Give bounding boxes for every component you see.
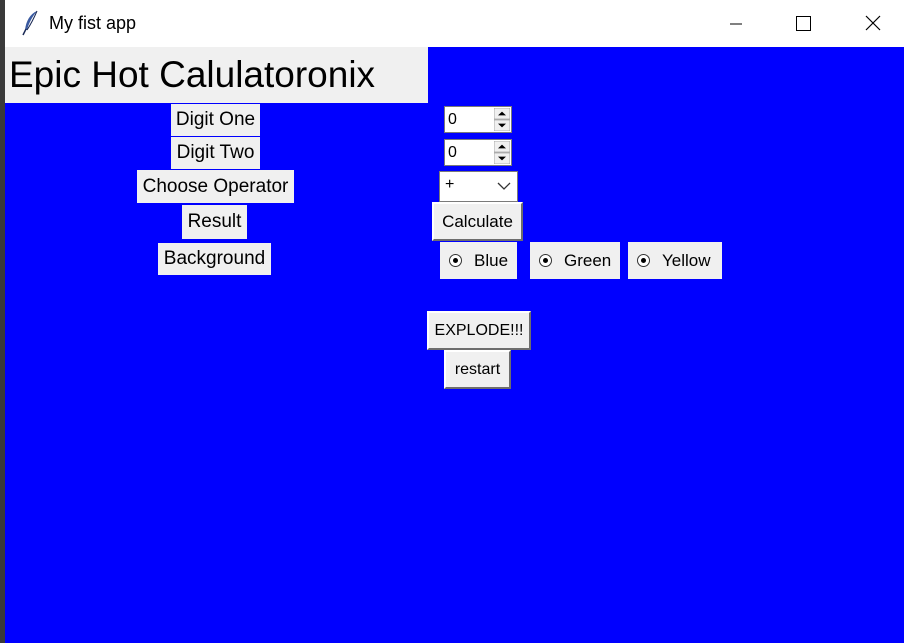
radio-indicator <box>449 254 462 267</box>
window-title: My fist app <box>49 13 137 33</box>
radio-blue-label: Blue <box>474 250 509 270</box>
background-label: Background <box>158 243 271 275</box>
radio-indicator <box>637 254 650 267</box>
main-area: Epic Hot Calulatoronix Digit One Digit T… <box>5 47 904 643</box>
radio-yellow[interactable]: Yellow <box>628 242 722 279</box>
close-icon <box>865 15 881 31</box>
radio-green-label: Green <box>564 250 612 270</box>
feather-icon <box>22 10 38 36</box>
calculate-button[interactable]: Calculate <box>432 202 523 241</box>
digit-one-spinbox[interactable]: 0 <box>444 106 512 133</box>
minimize-button[interactable] <box>713 0 759 47</box>
digit-two-label: Digit Two <box>171 137 260 169</box>
restart-button[interactable]: restart <box>444 350 511 389</box>
radio-green[interactable]: Green <box>530 242 620 279</box>
close-button[interactable] <box>850 0 896 47</box>
radio-blue[interactable]: Blue <box>440 242 517 279</box>
app-heading: Epic Hot Calulatoronix <box>5 47 428 103</box>
explode-button[interactable]: EXPLODE!!! <box>427 311 531 350</box>
operator-dropdown[interactable]: + <box>439 171 518 202</box>
app-window: My fist app Epic Hot Calulatoronix Digit… <box>0 0 904 643</box>
result-label: Result <box>182 205 247 239</box>
choose-operator-label: Choose Operator <box>137 170 294 203</box>
radio-yellow-label: Yellow <box>662 250 711 270</box>
digit-two-spinbox[interactable]: 0 <box>444 139 512 166</box>
operator-value: + <box>445 176 455 193</box>
digit-two-value: 0 <box>448 144 457 161</box>
digit-one-label: Digit One <box>171 104 260 136</box>
title-bar[interactable]: My fist app <box>5 0 904 47</box>
radio-indicator <box>539 254 552 267</box>
spinbox-arrows-icon[interactable] <box>494 108 510 131</box>
minimize-icon <box>730 23 742 25</box>
spinbox-arrows-icon[interactable] <box>494 141 510 164</box>
chevron-down-icon <box>497 182 511 190</box>
maximize-button[interactable] <box>780 0 826 47</box>
maximize-icon <box>796 16 811 31</box>
digit-one-value: 0 <box>448 111 457 128</box>
